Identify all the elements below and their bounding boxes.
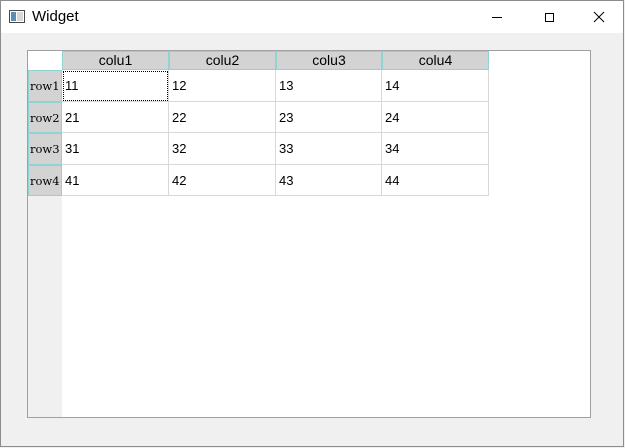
close-icon xyxy=(593,11,605,23)
title-bar[interactable]: Widget xyxy=(1,1,623,33)
table-cell[interactable]: 31 xyxy=(62,133,169,165)
table-cell[interactable]: 21 xyxy=(62,102,169,133)
table-cell[interactable]: 24 xyxy=(382,102,489,133)
row-header-1[interactable]: row1 xyxy=(28,70,62,102)
table-cell[interactable]: 32 xyxy=(169,133,276,165)
close-button[interactable] xyxy=(576,1,622,33)
table-cell[interactable]: 34 xyxy=(382,133,489,165)
row-header-2[interactable]: row2 xyxy=(28,102,62,133)
corner-button[interactable] xyxy=(28,51,62,70)
table-cell[interactable]: 11 xyxy=(62,70,169,102)
table-cell[interactable]: 33 xyxy=(276,133,382,165)
column-header-3[interactable]: colu3 xyxy=(276,51,382,70)
main-window: Widget colu1 colu2 colu3 colu4 row1 row2… xyxy=(0,0,624,447)
maximize-icon xyxy=(544,12,554,22)
maximize-button[interactable] xyxy=(526,1,572,33)
column-header-1[interactable]: colu1 xyxy=(62,51,169,70)
table-cell[interactable]: 44 xyxy=(382,165,489,196)
column-header-4[interactable]: colu4 xyxy=(382,51,489,70)
table-cell[interactable]: 14 xyxy=(382,70,489,102)
row-header-3[interactable]: row3 xyxy=(28,133,62,165)
table-cell[interactable]: 12 xyxy=(169,70,276,102)
table-cell[interactable]: 23 xyxy=(276,102,382,133)
table-cell[interactable]: 43 xyxy=(276,165,382,196)
window-title: Widget xyxy=(32,8,79,25)
minimize-icon xyxy=(492,16,502,18)
minimize-button[interactable] xyxy=(474,1,520,33)
table-cell[interactable]: 22 xyxy=(169,102,276,133)
table-widget[interactable]: colu1 colu2 colu3 colu4 row1 row2 row3 r… xyxy=(27,50,591,418)
table-cell[interactable]: 42 xyxy=(169,165,276,196)
row-header-4[interactable]: row4 xyxy=(28,165,62,196)
app-window-icon xyxy=(9,10,25,23)
table-cell[interactable]: 13 xyxy=(276,70,382,102)
table-cell[interactable]: 41 xyxy=(62,165,169,196)
column-header-2[interactable]: colu2 xyxy=(169,51,276,70)
